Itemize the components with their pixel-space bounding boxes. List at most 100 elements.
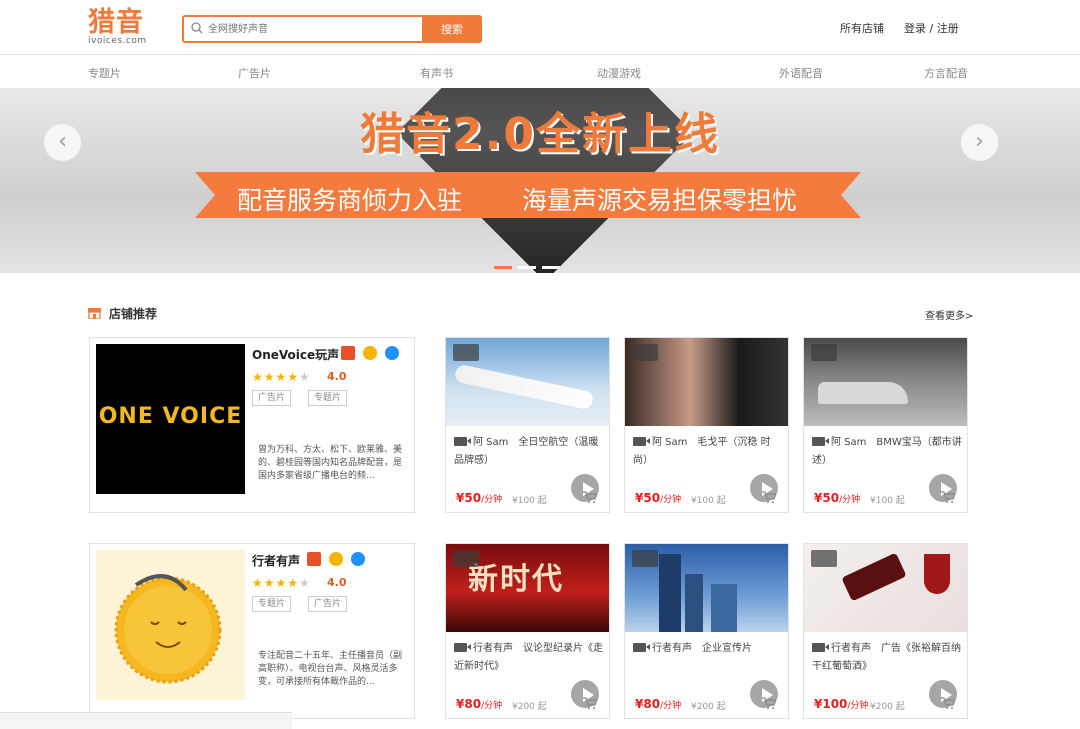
sample-price: ¥50/分钟 bbox=[635, 491, 682, 505]
all-shops-link[interactable]: 所有店铺 bbox=[840, 20, 884, 36]
shop-tag[interactable]: 专题片 bbox=[308, 390, 348, 406]
shop-icon bbox=[88, 308, 101, 319]
share-icon[interactable] bbox=[811, 550, 837, 567]
video-icon bbox=[633, 437, 650, 446]
qq-icon[interactable] bbox=[351, 552, 365, 566]
shop-name[interactable]: 行者有声 bbox=[252, 552, 300, 569]
category-nav: 专题片 广告片 有声书 动漫游戏 外语配音 方言配音 bbox=[0, 56, 1080, 88]
nav-item-advertising[interactable]: 广告片 bbox=[238, 65, 271, 81]
voice-sample-card[interactable]: 新时代 行者有声 议论型纪录片《走近新时代》 ¥80/分钟 ¥200 起 bbox=[445, 543, 610, 719]
search-icon bbox=[191, 22, 203, 34]
nav-item-documentary[interactable]: 专题片 bbox=[88, 65, 121, 81]
shop-badges bbox=[341, 345, 407, 364]
min-price: ¥200 起 bbox=[512, 702, 547, 712]
shop-avatar[interactable] bbox=[96, 550, 245, 700]
sample-title[interactable]: 阿 Sam 全日空航空（温暖品牌感） bbox=[454, 434, 604, 470]
shop-avatar[interactable]: ONE VOICE bbox=[96, 344, 245, 494]
sample-title[interactable]: 阿 Sam BMW宝马（都市讲述） bbox=[812, 434, 962, 470]
cart-icon[interactable] bbox=[583, 697, 597, 709]
banner-next-arrow[interactable]: › bbox=[961, 124, 998, 161]
cart-icon[interactable] bbox=[762, 697, 776, 709]
sample-title[interactable]: 行者有声 广告《张裕解百纳干红葡萄酒》 bbox=[812, 640, 962, 676]
qq-icon[interactable] bbox=[385, 346, 399, 360]
sample-price: ¥100/分钟 bbox=[814, 697, 869, 711]
video-icon bbox=[812, 643, 829, 652]
rating-value: 4.0 bbox=[327, 370, 347, 383]
search-input[interactable] bbox=[208, 20, 418, 38]
cart-icon[interactable] bbox=[762, 491, 776, 503]
share-icon[interactable] bbox=[811, 344, 837, 361]
banner-dot-3[interactable] bbox=[542, 266, 560, 269]
min-price: ¥200 起 bbox=[691, 702, 726, 712]
share-icon[interactable] bbox=[453, 344, 479, 361]
site-logo[interactable]: 猎音 ivoices.com bbox=[88, 7, 148, 47]
vip-badge-icon bbox=[329, 552, 343, 566]
shop-name[interactable]: OneVoice玩声 bbox=[252, 346, 339, 363]
voice-sample-card[interactable]: 阿 Sam BMW宝马（都市讲述） ¥50/分钟 ¥100 起 bbox=[803, 337, 968, 513]
banner-prev-arrow[interactable]: ‹ bbox=[44, 124, 81, 161]
shop-avatar-text: ONE VOICE bbox=[98, 404, 243, 429]
shop-card[interactable]: ONE VOICE OneVoice玩声 ★★★★★ 4.0 广告片 专题片 曾… bbox=[89, 337, 415, 513]
banner-ribbon: 配音服务商倾力入驻 海量声源交易担保零担忧 bbox=[195, 172, 861, 218]
top-badge-icon bbox=[307, 552, 321, 566]
voice-sample-card[interactable]: 行者有声 广告《张裕解百纳干红葡萄酒》 ¥100/分钟 ¥200 起 bbox=[803, 543, 968, 719]
search-button[interactable]: 搜索 bbox=[422, 15, 482, 43]
sample-title[interactable]: 行者有声 企业宣传片 bbox=[633, 640, 783, 658]
min-price: ¥200 起 bbox=[870, 702, 905, 712]
sample-title[interactable]: 阿 Sam 毛戈平（沉稳 时尚） bbox=[633, 434, 783, 470]
voice-sample-card[interactable]: 阿 Sam 毛戈平（沉稳 时尚） ¥50/分钟 ¥100 起 bbox=[624, 337, 789, 513]
video-icon bbox=[454, 437, 471, 446]
sample-title[interactable]: 行者有声 议论型纪录片《走近新时代》 bbox=[454, 640, 604, 676]
cart-icon[interactable] bbox=[941, 697, 955, 709]
section-title-text: 店铺推荐 bbox=[109, 307, 158, 321]
banner-dot-1[interactable] bbox=[494, 266, 512, 269]
cart-icon[interactable] bbox=[941, 491, 955, 503]
shop-tag[interactable]: 广告片 bbox=[252, 390, 292, 406]
sample-price: ¥80/分钟 bbox=[635, 697, 682, 711]
nav-item-dialect[interactable]: 方言配音 bbox=[924, 65, 968, 81]
share-icon[interactable] bbox=[632, 550, 658, 567]
top-badge-icon bbox=[341, 346, 355, 360]
hero-banner[interactable]: 猎音2.0全新上线 配音服务商倾力入驻 海量声源交易担保零担忧 ‹ › bbox=[0, 88, 1080, 273]
search-box: 搜索 bbox=[182, 15, 482, 43]
ribbon-text-right: 海量声源交易担保零担忧 bbox=[522, 186, 798, 215]
logo-text: 猎音 bbox=[88, 7, 144, 38]
min-price: ¥100 起 bbox=[512, 496, 547, 506]
shop-description: 曾为万科、方太、松下、欧莱雅、美的、碧桂园等国内知名品牌配音，是国内多家省级广播… bbox=[258, 445, 403, 481]
nav-item-anime-games[interactable]: 动漫游戏 bbox=[597, 65, 641, 81]
video-icon bbox=[812, 437, 829, 446]
shop-badges bbox=[307, 551, 373, 570]
min-price: ¥100 起 bbox=[691, 496, 726, 506]
sample-price: ¥50/分钟 bbox=[456, 491, 503, 505]
rating-value: 4.0 bbox=[327, 576, 347, 589]
video-icon bbox=[454, 643, 471, 652]
share-icon[interactable] bbox=[453, 550, 479, 567]
nav-item-foreign-language[interactable]: 外语配音 bbox=[779, 65, 823, 81]
banner-pagination bbox=[494, 254, 566, 273]
shop-card[interactable]: 行者有声 ★★★★★ 4.0 专题片 广告片 专注配音二十五年、主任播音员（副高… bbox=[89, 543, 415, 719]
star-rating: ★★★★★ bbox=[252, 370, 311, 384]
shop-description: 专注配音二十五年、主任播音员（副高职称）、电视台台声、风格灵活多变，可承接所有体… bbox=[258, 651, 403, 687]
vip-badge-icon bbox=[363, 346, 377, 360]
banner-dot-2[interactable] bbox=[518, 266, 536, 269]
view-more-link[interactable]: 查看更多> bbox=[925, 307, 973, 322]
thumbnail-text: 新时代 bbox=[468, 562, 564, 597]
voice-sample-card[interactable]: 行者有声 企业宣传片 ¥80/分钟 ¥200 起 bbox=[624, 543, 789, 719]
sun-illustration bbox=[114, 574, 222, 684]
nav-item-audiobook[interactable]: 有声书 bbox=[420, 65, 453, 81]
logo-domain: ivoices.com bbox=[88, 36, 147, 46]
section-title: 店铺推荐 bbox=[88, 305, 157, 322]
cart-icon[interactable] bbox=[583, 491, 597, 503]
sample-price: ¥50/分钟 bbox=[814, 491, 861, 505]
sample-price: ¥80/分钟 bbox=[456, 697, 503, 711]
login-register-link[interactable]: 登录 / 注册 bbox=[904, 20, 959, 36]
banner-headline: 猎音2.0全新上线 bbox=[360, 109, 720, 160]
shop-tag[interactable]: 广告片 bbox=[308, 596, 348, 612]
star-rating: ★★★★★ bbox=[252, 576, 311, 590]
top-bar: 猎音 ivoices.com 搜索 所有店铺 登录 / 注册 bbox=[0, 0, 1080, 55]
voice-sample-card[interactable]: 阿 Sam 全日空航空（温暖品牌感） ¥50/分钟 ¥100 起 bbox=[445, 337, 610, 513]
min-price: ¥100 起 bbox=[870, 496, 905, 506]
horizontal-scrollbar[interactable] bbox=[0, 712, 292, 729]
share-icon[interactable] bbox=[632, 344, 658, 361]
shop-tag[interactable]: 专题片 bbox=[252, 596, 292, 612]
